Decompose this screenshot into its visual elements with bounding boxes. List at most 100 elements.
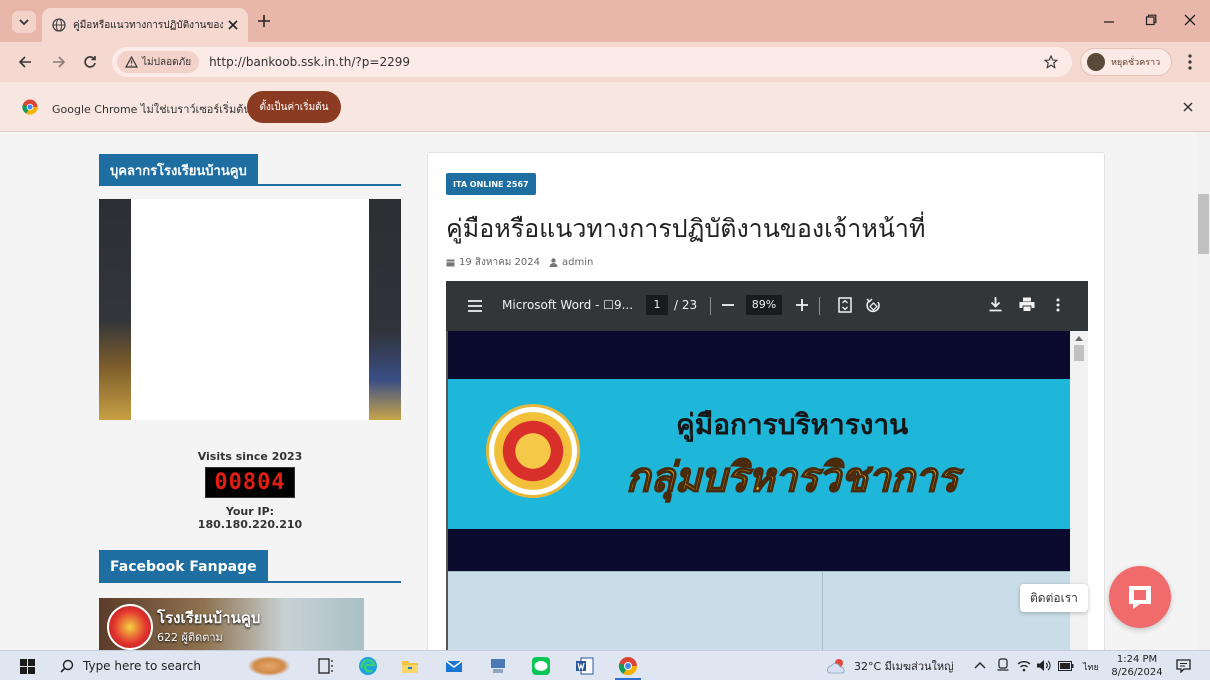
print-icon[interactable] xyxy=(1019,297,1035,312)
security-chip[interactable]: ไม่ปลอดภัย xyxy=(117,51,200,73)
staff-widget-header: บุคลากรโรงเรียนบ้านคูบ xyxy=(99,154,401,186)
pdf-lower-area xyxy=(448,571,1070,650)
pdf-page[interactable]: คู่มือการบริหารงาน กลุ่มบริหารวิชาการ xyxy=(448,331,1070,650)
forward-arrow-icon[interactable] xyxy=(52,55,66,69)
pdf-grid-line xyxy=(822,572,823,650)
profile-label: หยุดชั่วคราว xyxy=(1111,58,1161,68)
chevron-up-icon[interactable] xyxy=(974,661,986,669)
infobar-message: Google Chrome ไม่ใช่เบราว์เซอร์เริ่มต้น xyxy=(52,103,251,116)
contact-chat-button[interactable] xyxy=(1109,566,1171,628)
article-author[interactable]: admin xyxy=(562,257,593,268)
volume-icon[interactable] xyxy=(1036,659,1051,672)
taskbar: Type here to search 32°C มีเมฆส่วนใหญ่ ไ… xyxy=(0,650,1210,680)
reload-icon[interactable] xyxy=(83,55,97,69)
fanpage-widget-header: Facebook Fanpage xyxy=(99,550,401,583)
line-app-icon[interactable] xyxy=(531,656,553,676)
toolbar-divider xyxy=(710,297,711,315)
staff-widget: บุคลากรโรงเรียนบ้านคูบ xyxy=(99,154,401,186)
menu-kebab-icon[interactable] xyxy=(1188,54,1192,70)
mail-icon[interactable] xyxy=(444,656,466,676)
zoom-out-icon[interactable] xyxy=(722,298,734,312)
word-app-icon[interactable] xyxy=(575,656,597,676)
pdf-scroll-thumb[interactable] xyxy=(1074,345,1084,361)
shiba-widget-icon[interactable] xyxy=(248,656,290,676)
fb-page-logo xyxy=(107,604,153,650)
page-scroll-thumb[interactable] xyxy=(1198,194,1209,254)
tab-search-button[interactable] xyxy=(12,11,36,33)
download-icon[interactable] xyxy=(989,297,1002,312)
article-title: คู่มือหรือแนวทางการปฏิบัติงานของเจ้าหน้า… xyxy=(446,214,926,243)
search-icon xyxy=(60,659,74,673)
file-explorer-icon[interactable] xyxy=(400,656,422,676)
rotate-icon[interactable] xyxy=(866,297,881,313)
url-text[interactable]: http://bankoob.ssk.in.th/?p=2299 xyxy=(209,55,410,69)
clock-date: 8/26/2024 xyxy=(1111,667,1163,678)
omnibox[interactable]: ไม่ปลอดภัย http://bankoob.ssk.in.th/?p=2… xyxy=(112,47,1072,77)
default-browser-infobar: Google Chrome ไม่ใช่เบราว์เซอร์เริ่มต้น … xyxy=(0,82,1210,132)
language-indicator[interactable]: ไทย xyxy=(1083,660,1099,674)
tab-close-icon[interactable] xyxy=(228,20,238,30)
page-scrollbar[interactable] xyxy=(1197,132,1210,650)
network-computer-icon[interactable] xyxy=(488,656,510,676)
scroll-up-arrow-icon[interactable] xyxy=(1075,335,1083,341)
minimize-button[interactable] xyxy=(1103,14,1115,26)
school-seal xyxy=(486,404,580,498)
clock[interactable]: 1:24 PM 8/26/2024 xyxy=(1108,653,1166,679)
page-number-input[interactable]: 1 xyxy=(646,295,668,315)
warning-icon xyxy=(125,56,138,68)
slide-image-left xyxy=(99,199,131,420)
category-label: ITA ONLINE 2567 xyxy=(453,179,529,189)
staff-slideshow[interactable] xyxy=(99,199,401,420)
visit-counter: 00804 xyxy=(205,467,295,498)
fanpage-heading-box: Facebook Fanpage xyxy=(99,550,268,583)
taskbar-search-placeholder: Type here to search xyxy=(83,659,201,673)
active-tab[interactable]: คู่มือหรือแนวทางการปฏิบัติงานของเจ้า xyxy=(42,8,248,42)
weather-cloud-icon xyxy=(826,657,848,675)
contact-tooltip[interactable]: ติดต่อเรา xyxy=(1020,584,1088,612)
back-arrow-icon[interactable] xyxy=(18,55,32,69)
restore-button[interactable] xyxy=(1145,14,1157,26)
windows-start-icon[interactable] xyxy=(20,659,35,674)
bookmark-star-icon[interactable] xyxy=(1044,55,1058,69)
toolbar: ไม่ปลอดภัย http://bankoob.ssk.in.th/?p=2… xyxy=(0,42,1210,82)
slide-image-right xyxy=(369,199,401,420)
more-options-icon[interactable] xyxy=(1056,298,1060,312)
weather-text: 32°C มีเมฆส่วนใหญ่ xyxy=(854,660,954,673)
toolbar-divider xyxy=(819,297,820,315)
notification-icon[interactable] xyxy=(1176,659,1191,673)
profile-button[interactable]: หยุดชั่วคราว xyxy=(1080,48,1172,76)
hamburger-menu-icon[interactable] xyxy=(468,300,482,312)
tab-bar: คู่มือหรือแนวทางการปฏิบัติงานของเจ้า xyxy=(0,0,1210,42)
user-icon xyxy=(549,258,558,267)
close-window-button[interactable] xyxy=(1184,14,1196,26)
infobar-close-icon[interactable] xyxy=(1183,102,1193,112)
fit-page-icon[interactable] xyxy=(838,297,852,313)
article-date: 19 สิงหาคม 2024 xyxy=(459,257,541,268)
visits-label: Visits since 2023 xyxy=(197,450,303,463)
wifi-icon[interactable] xyxy=(1017,659,1031,672)
weather-widget[interactable]: 32°C มีเมฆส่วนใหญ่ xyxy=(826,657,954,675)
visit-counter-value: 00804 xyxy=(214,470,286,495)
category-badge[interactable]: ITA ONLINE 2567 xyxy=(446,173,536,195)
chrome-taskbar-icon[interactable] xyxy=(618,656,640,676)
battery-icon[interactable] xyxy=(1058,661,1074,671)
set-default-button[interactable]: ตั้งเป็นค่าเริ่มต้น xyxy=(247,91,341,123)
zoom-in-icon[interactable] xyxy=(796,298,808,312)
ip-label: Your IP: 180.180.220.210 xyxy=(197,505,303,531)
contact-label: ติดต่อเรา xyxy=(1030,590,1078,605)
pdf-viewer[interactable]: Microsoft Word - ☐9... 1 / 23 89% คู่มือ… xyxy=(446,281,1088,650)
edge-browser-icon[interactable] xyxy=(358,656,380,676)
visits-widget: Visits since 2023 00804 Your IP: 180.180… xyxy=(180,450,320,531)
new-tab-button[interactable] xyxy=(258,15,270,27)
fb-followers: 622 ผู้ติดตาม xyxy=(157,631,223,644)
pdf-banner: คู่มือการบริหารงาน กลุ่มบริหารวิชาการ xyxy=(448,379,1070,529)
pdf-toolbar: Microsoft Word - ☐9... 1 / 23 89% xyxy=(446,281,1088,331)
meet-now-icon[interactable] xyxy=(997,658,1009,673)
page-content: บุคลากรโรงเรียนบ้านคูบ Visits since 2023… xyxy=(0,132,1197,650)
chrome-logo-icon xyxy=(22,99,38,115)
task-view-icon[interactable] xyxy=(316,656,338,676)
fb-page-card[interactable]: โรงเรียนบ้านคูบ 622 ผู้ติดตาม xyxy=(99,598,364,650)
staff-heading: บุคลากรโรงเรียนบ้านคูบ xyxy=(110,163,247,179)
zoom-input[interactable]: 89% xyxy=(746,295,782,315)
pdf-banner-subtitle: กลุ่มบริหารวิชาการ xyxy=(625,454,959,502)
